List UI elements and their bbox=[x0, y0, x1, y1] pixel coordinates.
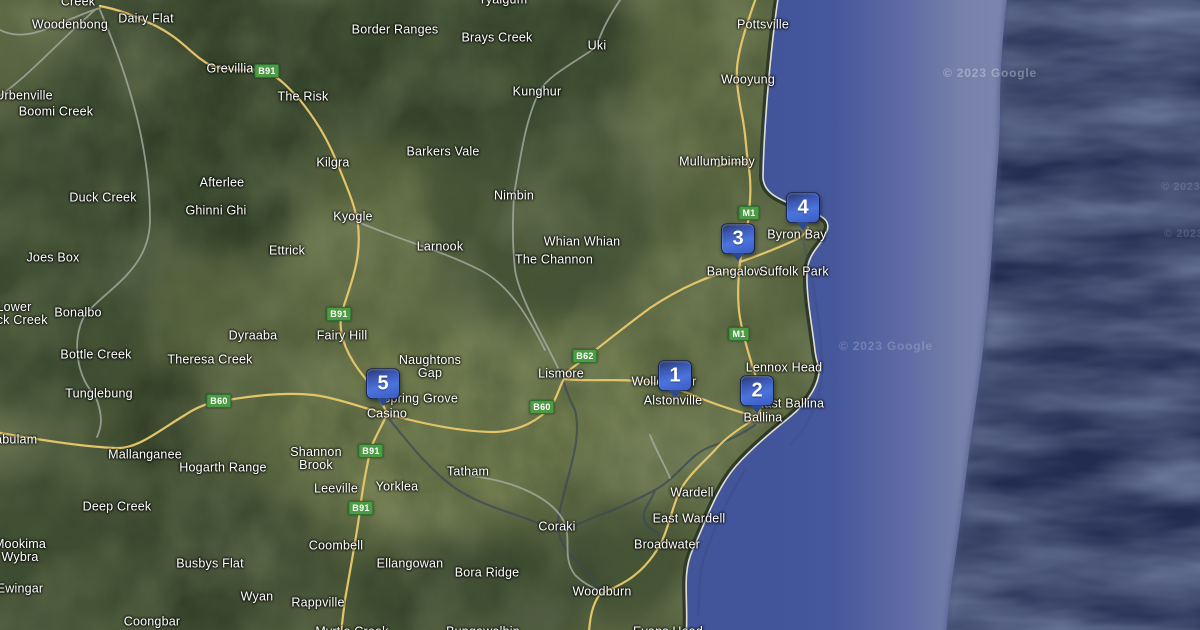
map-marker-number: 2 bbox=[751, 379, 762, 402]
map-marker-3[interactable]: 3 bbox=[721, 223, 755, 254]
map-canvas[interactable]: CreekWoodenbongDairy FlatTyalgumBorder R… bbox=[0, 0, 1200, 630]
map-marker-1[interactable]: 1 bbox=[658, 360, 692, 391]
result-markers-layer: 1 2 3 4 5 bbox=[0, 0, 1200, 630]
map-marker-number: 3 bbox=[732, 227, 743, 250]
map-marker-number: 1 bbox=[669, 364, 680, 387]
map-marker-number: 5 bbox=[377, 372, 388, 395]
map-marker-4[interactable]: 4 bbox=[786, 192, 820, 223]
map-marker-2[interactable]: 2 bbox=[740, 375, 774, 406]
map-marker-5[interactable]: 5 bbox=[366, 368, 400, 399]
map-marker-number: 4 bbox=[797, 196, 808, 219]
